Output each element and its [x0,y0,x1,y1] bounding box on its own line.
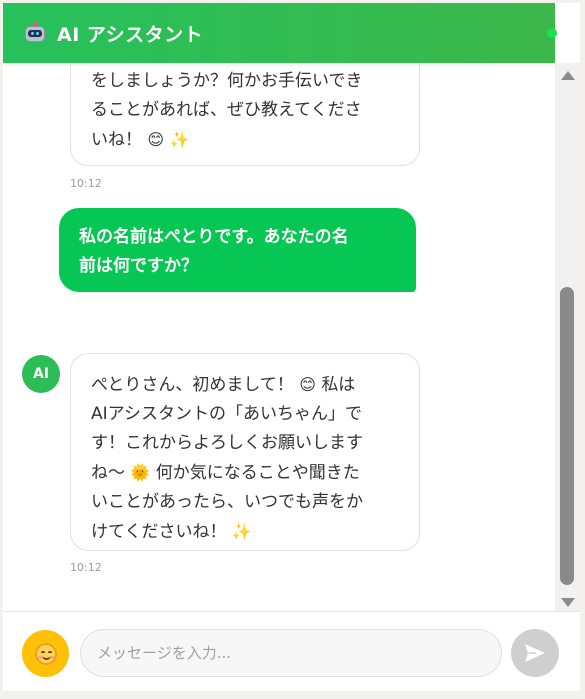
scroll-up-arrow-icon[interactable] [561,71,575,80]
scroll-down-arrow-icon[interactable] [561,598,575,607]
message-timestamp: 10:12 [70,561,102,574]
message-line: ぺとりさん、初めまして！ [91,375,294,395]
message-line: AIアシスタントの「あいちゃん」で [91,404,362,424]
header-title: AI アシスタント [57,23,204,46]
message-line: 私は [321,375,356,395]
message-line: ね〜 [91,463,125,483]
message-line: 私の名前はぺとりです。あなたの名 [79,227,349,247]
message-line: いことがあったら、いつでも声をか [91,492,363,512]
ai-message-bubble: ぺとりさん、初めまして！ 😊 私は AIアシスタントの「あいちゃん」で す！これ… [70,353,420,551]
send-arrow-icon [525,644,545,662]
message-line: 何か気になることや聞きた [155,463,360,483]
user-message-bubble: 私の名前はぺとりです。あなたの名 前は何ですか？ [59,208,416,292]
chat-header: AI アシスタント [3,3,557,63]
message-line: す！これからよろしくお願いします [91,433,363,453]
robot-icon [23,22,47,44]
smiling-face-emoji-icon: 😊 [299,375,316,394]
message-line: けてくださいね！ [91,522,227,542]
smiling-face-icon [34,642,57,665]
message-timestamp: 10:12 [70,177,102,190]
sparkles-emoji-icon: ✨ [169,130,190,149]
chat-window: AI アシスタント をしましょうか？何かお手伝いでき ることがあれば、ぜひ教えて… [3,3,580,691]
smiling-face-emoji-icon: 😊 [147,130,165,149]
message-input[interactable] [80,629,502,677]
message-line: ることがあれば、ぜひ教えてくださ [91,100,362,120]
message-list[interactable]: をしましょうか？何かお手伝いでき ることがあれば、ぜひ教えてくださ いね！ 😊 … [3,63,555,611]
message-line: いね！ [91,130,142,150]
ai-avatar: AI [22,355,60,393]
ai-message-bubble: をしましょうか？何かお手伝いでき ることがあれば、ぜひ教えてくださ いね！ 😊 … [70,63,420,166]
online-status-indicator [547,28,557,38]
scrollbar-thumb[interactable] [560,287,574,585]
sparkles-emoji-icon: ✨ [231,522,252,541]
sun-emoji-icon: 🌞 [130,463,151,482]
message-line: をしましょうか？何かお手伝いでき [91,71,363,91]
message-line: 前は何ですか？ [79,256,198,276]
message-scrollbar[interactable] [555,63,580,611]
emoji-picker-button[interactable] [22,630,69,677]
send-button[interactable] [511,629,559,677]
message-composer [3,611,580,691]
